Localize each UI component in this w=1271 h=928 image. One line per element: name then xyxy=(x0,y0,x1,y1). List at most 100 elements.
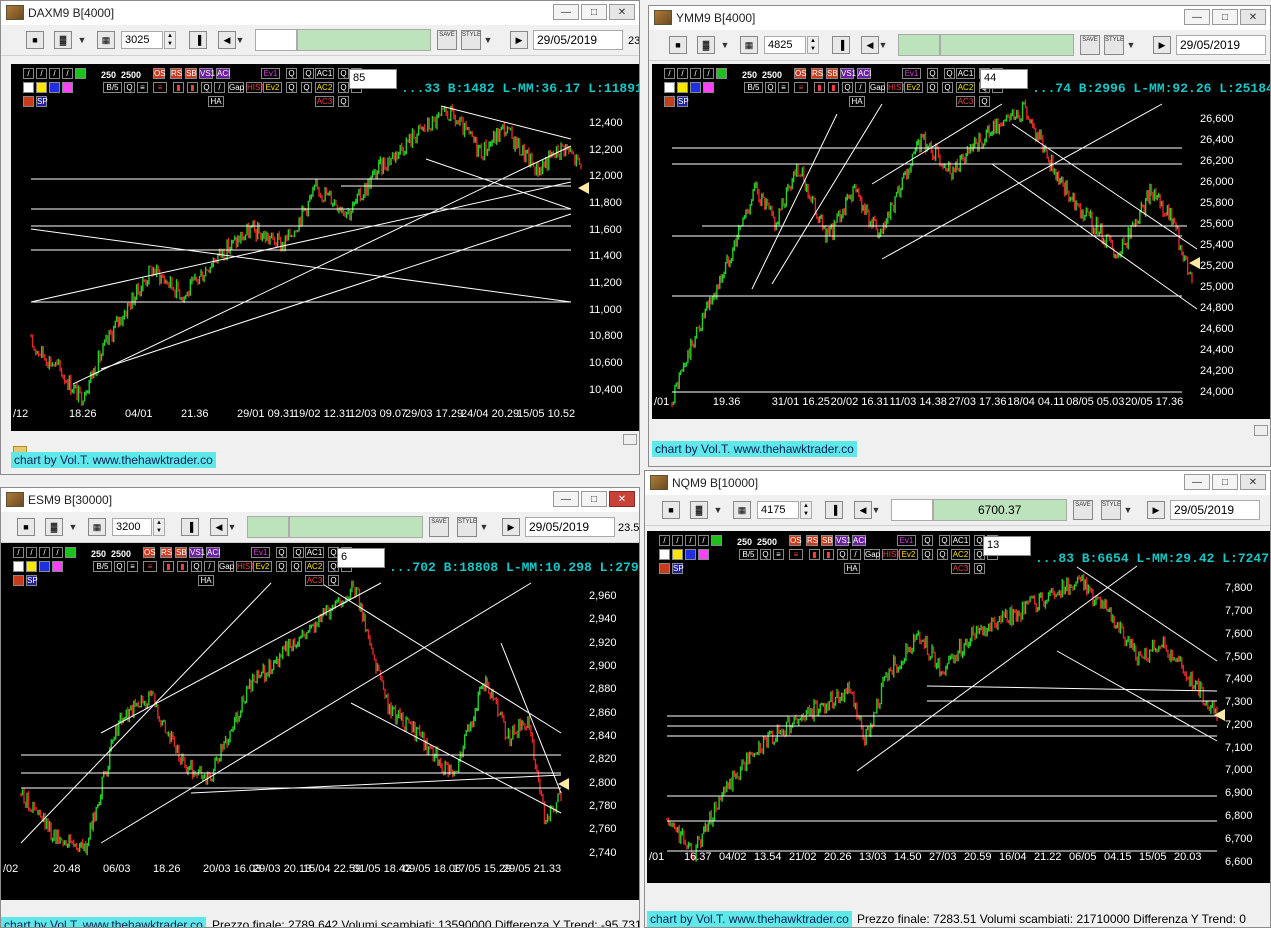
line-tool-icon[interactable]: / xyxy=(52,547,63,558)
date-picker[interactable]: 29/05/2019 xyxy=(533,30,623,50)
hist-button[interactable]: HIST xyxy=(236,561,255,572)
rs-tool-button[interactable]: RS xyxy=(160,547,172,558)
title-bar[interactable]: YMM9 B[4000] — □ ✕ xyxy=(649,6,1270,30)
zoom-icon[interactable]: Q xyxy=(927,82,938,93)
ac1-button[interactable]: AC1 xyxy=(305,547,324,558)
color-blue-icon[interactable] xyxy=(39,561,50,572)
zoom-icon[interactable]: Q xyxy=(191,561,202,572)
zoom-icon[interactable]: Q xyxy=(974,563,985,574)
quantity-stepper[interactable]: ▲ ▼ xyxy=(800,501,812,519)
gap-button[interactable]: Gap xyxy=(218,561,234,572)
value-field[interactable] xyxy=(289,516,423,538)
quantity-input[interactable]: 3025 xyxy=(121,31,163,49)
gap-button[interactable]: Gap xyxy=(869,82,885,93)
ha-button[interactable]: HA xyxy=(198,575,214,586)
zoom-icon[interactable]: Q xyxy=(293,547,304,558)
minimize-icon[interactable]: — xyxy=(553,491,579,507)
line-tool-icon[interactable]: / xyxy=(677,68,688,79)
play-icon[interactable]: ▶ xyxy=(510,31,528,49)
chevron-down-icon[interactable]: ▼ xyxy=(68,518,78,536)
color-green-icon[interactable] xyxy=(65,547,76,558)
color-magenta-icon[interactable] xyxy=(703,82,714,93)
ac1-button[interactable]: AC1 xyxy=(951,535,970,546)
minimize-icon[interactable]: — xyxy=(1184,474,1210,490)
price-field[interactable] xyxy=(247,516,289,538)
close-icon[interactable]: ✕ xyxy=(609,4,635,20)
date-picker[interactable]: 29/05/2019 xyxy=(525,517,615,537)
sound-icon[interactable]: ◀ xyxy=(210,518,228,536)
sound-icon[interactable]: ◀ xyxy=(218,31,236,49)
color-blue-icon[interactable] xyxy=(685,549,696,560)
indicator-param-input[interactable]: 6 xyxy=(337,548,385,568)
horizontal-scrollbar[interactable] xyxy=(647,881,1270,883)
ac1-button[interactable]: AC1 xyxy=(956,68,975,79)
bars-red-icon[interactable]: ≡ xyxy=(794,82,808,93)
sound-icon[interactable]: ◀ xyxy=(854,501,872,519)
save-icon[interactable]: ■ xyxy=(26,31,44,49)
scroll-thumb[interactable] xyxy=(623,434,637,445)
style-button[interactable]: STYLE xyxy=(1104,35,1124,55)
zoom-icon[interactable]: Q xyxy=(842,82,853,93)
bar-red-icon[interactable]: ▮ xyxy=(173,82,184,93)
date-picker[interactable]: 29/05/2019 xyxy=(1170,500,1260,520)
ev1-button[interactable]: Ev1 xyxy=(251,547,270,558)
maximize-icon[interactable]: □ xyxy=(581,491,607,507)
rs-tool-button[interactable]: RS xyxy=(811,68,823,79)
ac1-button[interactable]: AC1 xyxy=(315,68,334,79)
rs-tool-button[interactable]: RS xyxy=(806,535,818,546)
calculator-icon[interactable]: ▦ xyxy=(97,31,115,49)
calculator-icon[interactable]: ▦ xyxy=(740,36,758,54)
ac3-button[interactable]: AC3 xyxy=(956,96,975,107)
line-tool-icon[interactable]: / xyxy=(698,535,709,546)
chevron-down-icon[interactable]: ▼ xyxy=(479,518,489,536)
line-tool-icon[interactable]: / xyxy=(13,547,24,558)
aci-tool-button[interactable]: ACI xyxy=(852,535,866,546)
quantity-input[interactable]: 3200 xyxy=(112,518,152,536)
minimize-icon[interactable]: — xyxy=(1184,9,1210,25)
price-field[interactable] xyxy=(898,34,940,56)
zoom-icon[interactable]: Q xyxy=(837,549,848,560)
vsi-tool-button[interactable]: VS1 xyxy=(840,68,856,79)
chevron-down-icon[interactable]: ▼ xyxy=(77,31,87,49)
zoom-icon[interactable]: Q xyxy=(301,82,312,93)
style-button[interactable]: STYLE xyxy=(1101,500,1121,520)
price-field[interactable] xyxy=(891,499,933,521)
ac2-button[interactable]: AC2 xyxy=(315,82,334,93)
line-tool-icon[interactable]: / xyxy=(659,535,670,546)
chevron-down-icon[interactable]: ▼ xyxy=(227,518,237,536)
ev2-button[interactable]: Ev2 xyxy=(253,561,272,572)
vsi-tool-button[interactable]: VS1 xyxy=(835,535,851,546)
ac3-button[interactable]: AC3 xyxy=(305,575,324,586)
sb-tool-button[interactable]: SB xyxy=(821,535,833,546)
line-tool-icon[interactable]: / xyxy=(49,68,60,79)
lines-icon[interactable]: ≡ xyxy=(778,82,789,93)
zoom-icon[interactable]: Q xyxy=(303,68,314,79)
save-icon[interactable]: ■ xyxy=(17,518,35,536)
ac3-button[interactable]: AC3 xyxy=(951,563,970,574)
quantity-input[interactable]: 4825 xyxy=(764,36,806,54)
save-button[interactable]: SAVE xyxy=(437,30,457,50)
price-chart[interactable]: 12,400 12,200 12,000 11,800 11,600 11,400 11,2… xyxy=(11,64,639,431)
color-magenta-icon[interactable] xyxy=(52,561,63,572)
bars-icon[interactable]: ▐ xyxy=(825,501,843,519)
quantity-stepper[interactable]: ▲ ▼ xyxy=(164,31,176,49)
b5-button[interactable]: B/5 xyxy=(103,82,122,93)
line-tool-icon[interactable]: / xyxy=(690,68,701,79)
bars-red-icon[interactable]: ≡ xyxy=(789,549,803,560)
line-tool-icon[interactable]: / xyxy=(855,82,866,93)
color-blue-icon[interactable] xyxy=(690,82,701,93)
ev2-button[interactable]: Ev2 xyxy=(263,82,282,93)
color-white-icon[interactable] xyxy=(23,82,34,93)
price-chart[interactable]: 7,800 7,700 7,600 7,500 7,400 7,300 7,200 7,100… xyxy=(647,531,1270,881)
line-tool-icon[interactable]: / xyxy=(26,547,37,558)
quantity-input[interactable]: 4175 xyxy=(757,501,799,519)
aci-tool-button[interactable]: ACI xyxy=(206,547,220,558)
line-tool-icon[interactable]: / xyxy=(23,68,34,79)
date-picker[interactable]: 29/05/2019 xyxy=(1176,35,1266,55)
b5-button[interactable]: B/5 xyxy=(93,561,112,572)
price-field[interactable] xyxy=(255,29,297,51)
zoom-icon[interactable]: Q xyxy=(922,535,933,546)
chevron-down-icon[interactable]: ▼ xyxy=(871,501,881,519)
ev2-button[interactable]: Ev2 xyxy=(899,549,918,560)
line-tool-icon[interactable]: / xyxy=(62,68,73,79)
